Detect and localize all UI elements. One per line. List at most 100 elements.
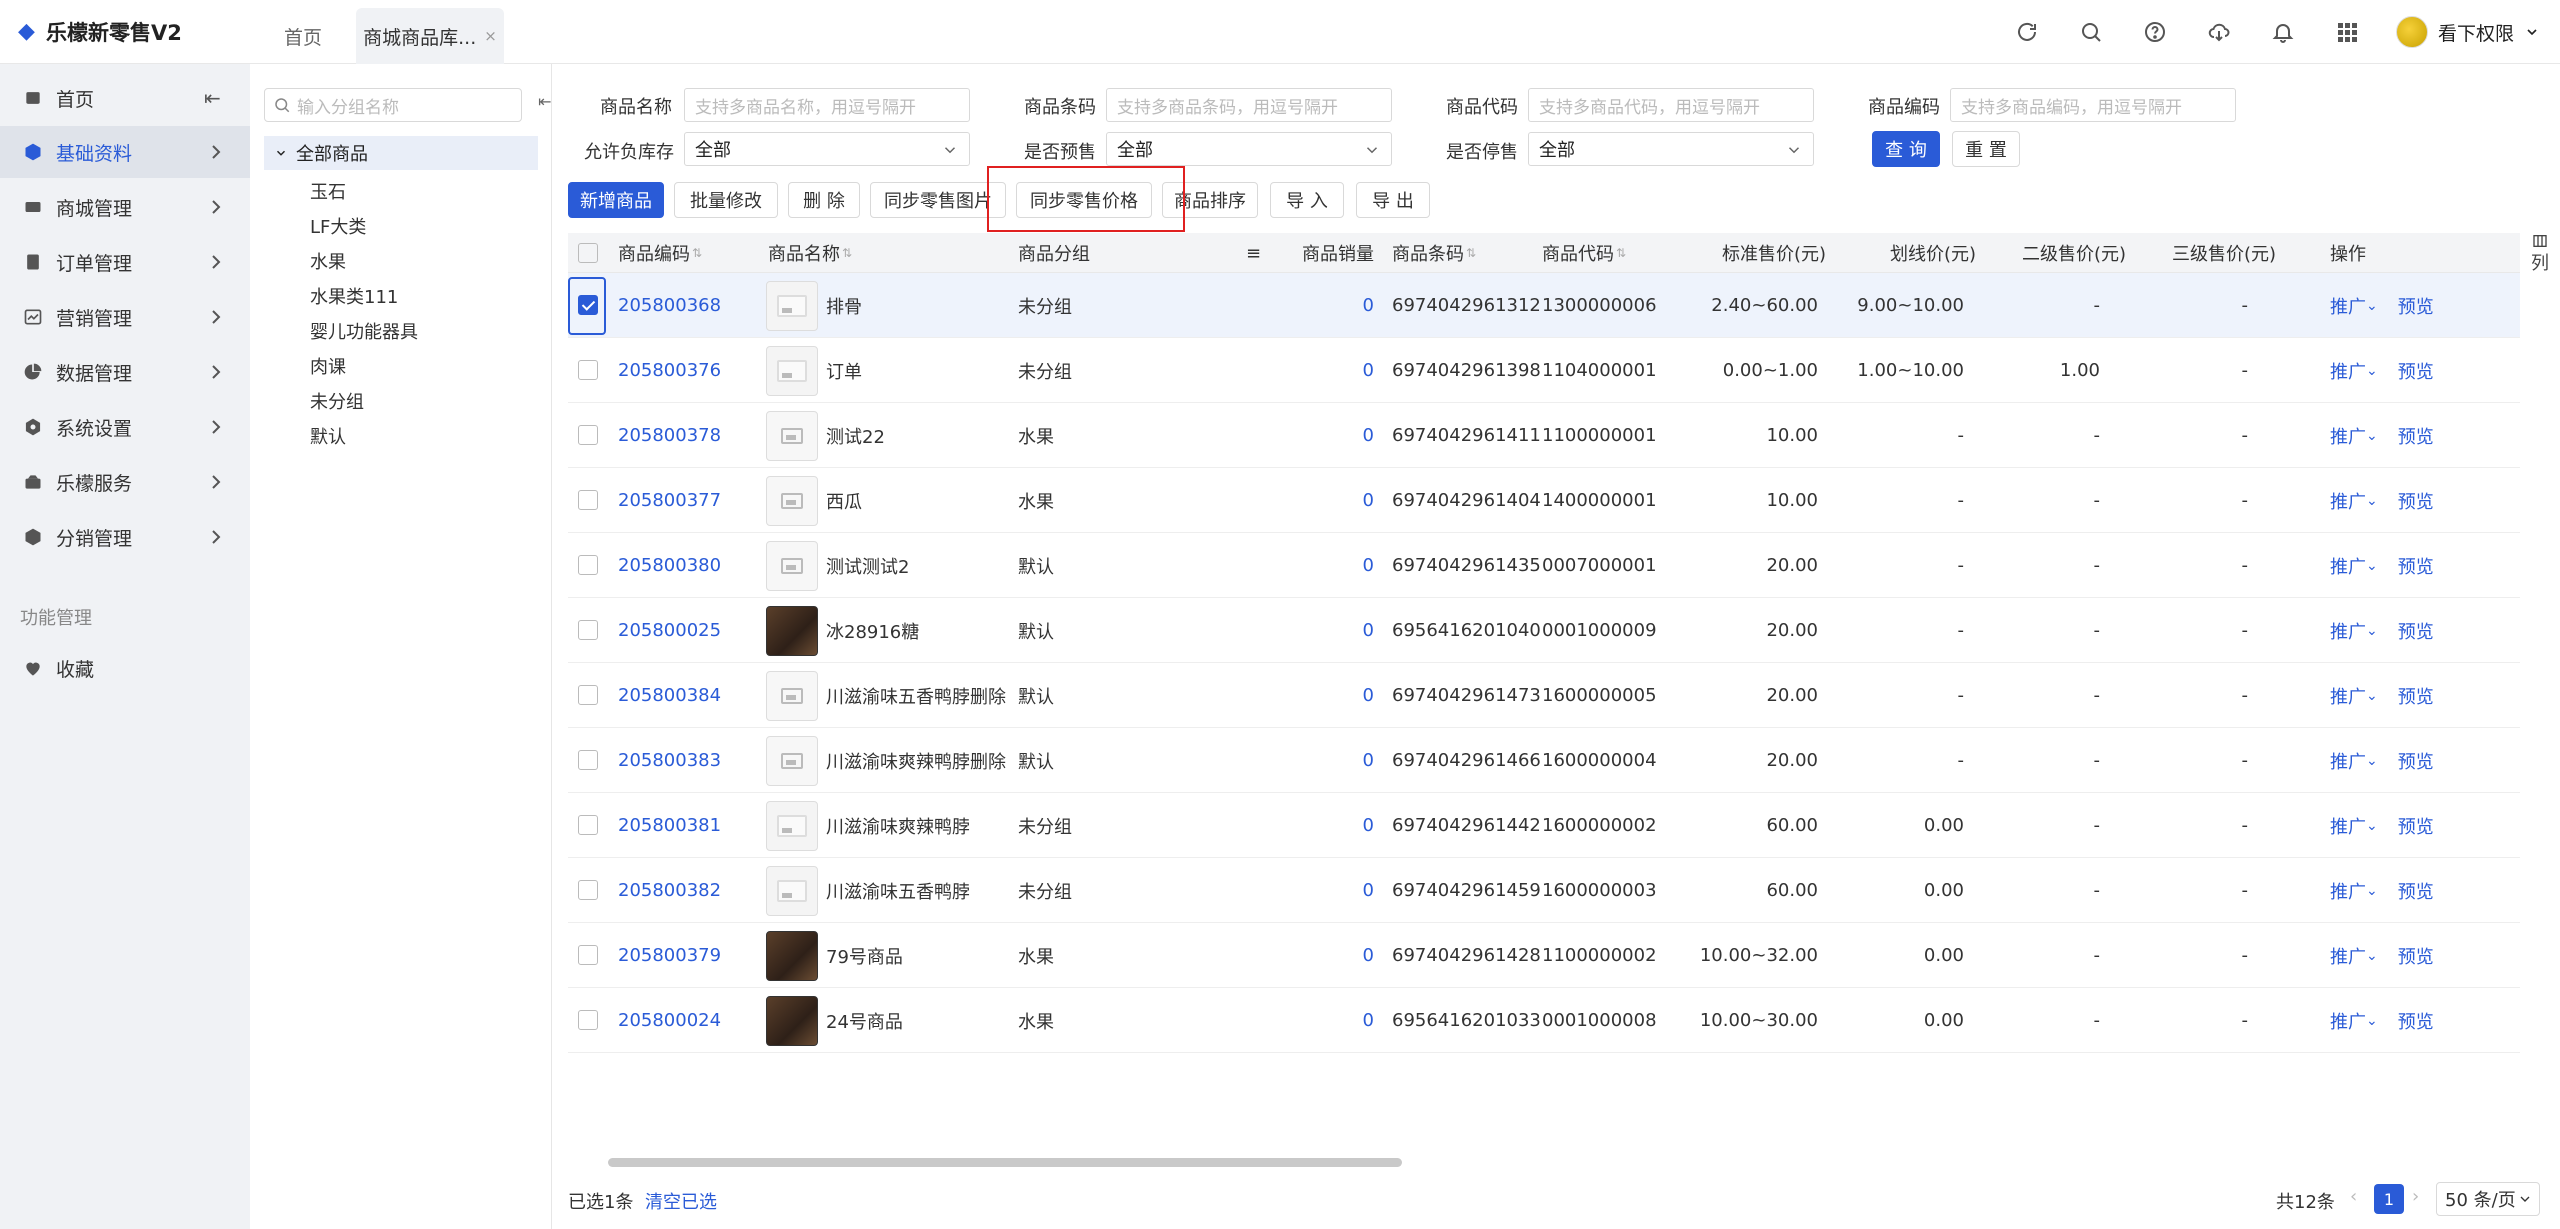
chevron-down-icon[interactable]: ⌄ [2366, 363, 2378, 379]
table-row[interactable]: 205800379 79号商品 水果 0 6974042961428 1100000002… [568, 923, 2520, 988]
cell-number[interactable]: 205800382 [618, 858, 758, 923]
tree-node[interactable]: 水果 [310, 248, 346, 274]
pager-page-current[interactable]: 1 [2374, 1184, 2404, 1214]
product-thumbnail[interactable] [766, 281, 818, 331]
product-thumbnail[interactable] [766, 736, 818, 786]
col-code[interactable]: 商品代码 ⇅ [1542, 233, 1626, 273]
table-row[interactable]: 205800378 测试22 水果 0 6974042961411 1100000001 1… [568, 403, 2520, 468]
promote-link[interactable]: 推广 [2330, 358, 2366, 384]
cell-sales[interactable]: 0 [1268, 338, 1374, 403]
add-product-button[interactable]: 新增商品 [568, 182, 664, 218]
select-all-checkbox[interactable] [578, 243, 598, 263]
tab-product-library[interactable]: 商城商品库... × [356, 8, 504, 64]
table-row[interactable]: 205800383 川滋渝味爽辣鸭脖删除 默认 0 6974042961466 16000… [568, 728, 2520, 793]
preview-link[interactable]: 预览 [2398, 943, 2434, 969]
row-checkbox[interactable] [578, 685, 598, 705]
row-checkbox[interactable] [578, 620, 598, 640]
import-button[interactable]: 导 入 [1270, 182, 1344, 218]
cell-number[interactable]: 205800025 [618, 598, 758, 663]
cell-number[interactable]: 205800368 [618, 273, 758, 338]
cell-sales[interactable]: 0 [1268, 598, 1374, 663]
filter-presale-select[interactable]: 全部 [1106, 132, 1392, 166]
col-name[interactable]: 商品名称 ⇅ [768, 233, 852, 273]
promote-link[interactable]: 推广 [2330, 618, 2366, 644]
tree-node-root[interactable]: 全部商品 [264, 136, 538, 170]
table-row[interactable]: 205800382 川滋渝味五香鸭脖 未分组 0 6974042961459 160000… [568, 858, 2520, 923]
col-barcode[interactable]: 商品条码 ⇅ [1392, 233, 1476, 273]
cell-number[interactable]: 205800383 [618, 728, 758, 793]
clear-selection-link[interactable]: 清空已选 [645, 1188, 717, 1214]
cell-number[interactable]: 205800377 [618, 468, 758, 533]
table-row[interactable]: 205800381 川滋渝味爽辣鸭脖 未分组 0 6974042961442 160000… [568, 793, 2520, 858]
batch-edit-button[interactable]: 批量修改 [674, 182, 778, 218]
product-thumbnail[interactable] [766, 346, 818, 396]
row-checkbox[interactable] [578, 490, 598, 510]
cell-number[interactable]: 205800378 [618, 403, 758, 468]
cell-sales[interactable]: 0 [1268, 273, 1374, 338]
row-checkbox[interactable] [578, 880, 598, 900]
tab-close-icon[interactable]: × [484, 27, 497, 45]
row-checkbox[interactable] [578, 750, 598, 770]
promote-link[interactable]: 推广 [2330, 488, 2366, 514]
product-thumbnail[interactable] [766, 671, 818, 721]
sidebar-item-service[interactable]: 乐檬服务 [0, 456, 250, 508]
cell-sales[interactable]: 0 [1268, 988, 1374, 1053]
filter-code-input[interactable]: 支持多商品代码，用逗号隔开 [1528, 88, 1814, 122]
chevron-down-icon[interactable]: ⌄ [2366, 883, 2378, 899]
promote-link[interactable]: 推广 [2330, 943, 2366, 969]
filter-barcode-input[interactable]: 支持多商品条码，用逗号隔开 [1106, 88, 1392, 122]
row-checkbox[interactable] [578, 1010, 598, 1030]
filter-negative-stock-select[interactable]: 全部 [684, 132, 970, 166]
column-menu-icon[interactable]: ≡ [1246, 233, 1261, 273]
product-thumbnail[interactable] [766, 931, 818, 981]
query-button[interactable]: 查 询 [1872, 131, 1940, 167]
table-row[interactable]: 205800376 订单 未分组 0 6974042961398 1104000001 0.… [568, 338, 2520, 403]
chevron-down-icon[interactable]: ⌄ [2366, 493, 2378, 509]
column-settings[interactable]: 列 [2520, 233, 2560, 303]
sidebar-item-home[interactable]: 首页 ⇤ [0, 72, 250, 124]
preview-link[interactable]: 预览 [2398, 423, 2434, 449]
sidebar-item-data[interactable]: 数据管理 [0, 346, 250, 398]
row-checkbox[interactable] [578, 425, 598, 445]
chevron-down-icon[interactable]: ⌄ [2366, 428, 2378, 444]
promote-link[interactable]: 推广 [2330, 748, 2366, 774]
col-number[interactable]: 商品编码 ⇅ [618, 233, 702, 273]
chevron-down-icon[interactable]: ⌄ [2366, 818, 2378, 834]
cell-number[interactable]: 205800381 [618, 793, 758, 858]
sidebar-item-marketing[interactable]: 营销管理 [0, 291, 250, 343]
preview-link[interactable]: 预览 [2398, 553, 2434, 579]
cell-sales[interactable]: 0 [1268, 403, 1374, 468]
promote-link[interactable]: 推广 [2330, 878, 2366, 904]
table-row[interactable]: 205800384 川滋渝味五香鸭脖删除 默认 0 6974042961473 16000… [568, 663, 2520, 728]
sidebar-item-distribution[interactable]: 分销管理 [0, 511, 250, 563]
help-icon[interactable] [2140, 17, 2170, 47]
filter-stopped-select[interactable]: 全部 [1528, 132, 1814, 166]
reset-button[interactable]: 重 置 [1952, 131, 2020, 167]
preview-link[interactable]: 预览 [2398, 358, 2434, 384]
collapse-sidebar-icon[interactable]: ⇤ [204, 86, 228, 110]
product-thumbnail[interactable] [766, 996, 818, 1046]
preview-link[interactable]: 预览 [2398, 1008, 2434, 1034]
cell-sales[interactable]: 0 [1268, 793, 1374, 858]
product-thumbnail[interactable] [766, 541, 818, 591]
tree-node[interactable]: 水果类111 [310, 283, 398, 309]
refresh-icon[interactable] [2012, 17, 2042, 47]
collapse-tree-icon[interactable]: ⇤ [538, 92, 551, 111]
sidebar-item-mall[interactable]: 商城管理 [0, 181, 250, 233]
chevron-down-icon[interactable]: ⌄ [2366, 623, 2378, 639]
table-row[interactable]: 205800377 西瓜 水果 0 6974042961404 1400000001 10.… [568, 468, 2520, 533]
promote-link[interactable]: 推广 [2330, 553, 2366, 579]
product-thumbnail[interactable] [766, 866, 818, 916]
tree-node[interactable]: 肉课 [310, 353, 346, 379]
cell-sales[interactable]: 0 [1268, 663, 1374, 728]
preview-link[interactable]: 预览 [2398, 748, 2434, 774]
app-logo[interactable]: ◆ 乐檬新零售V2 [18, 14, 182, 50]
cell-number[interactable]: 205800379 [618, 923, 758, 988]
preview-link[interactable]: 预览 [2398, 293, 2434, 319]
apps-grid-icon[interactable] [2332, 17, 2362, 47]
preview-link[interactable]: 预览 [2398, 878, 2434, 904]
preview-link[interactable]: 预览 [2398, 813, 2434, 839]
preview-link[interactable]: 预览 [2398, 683, 2434, 709]
bell-icon[interactable] [2268, 17, 2298, 47]
cell-sales[interactable]: 0 [1268, 533, 1374, 598]
